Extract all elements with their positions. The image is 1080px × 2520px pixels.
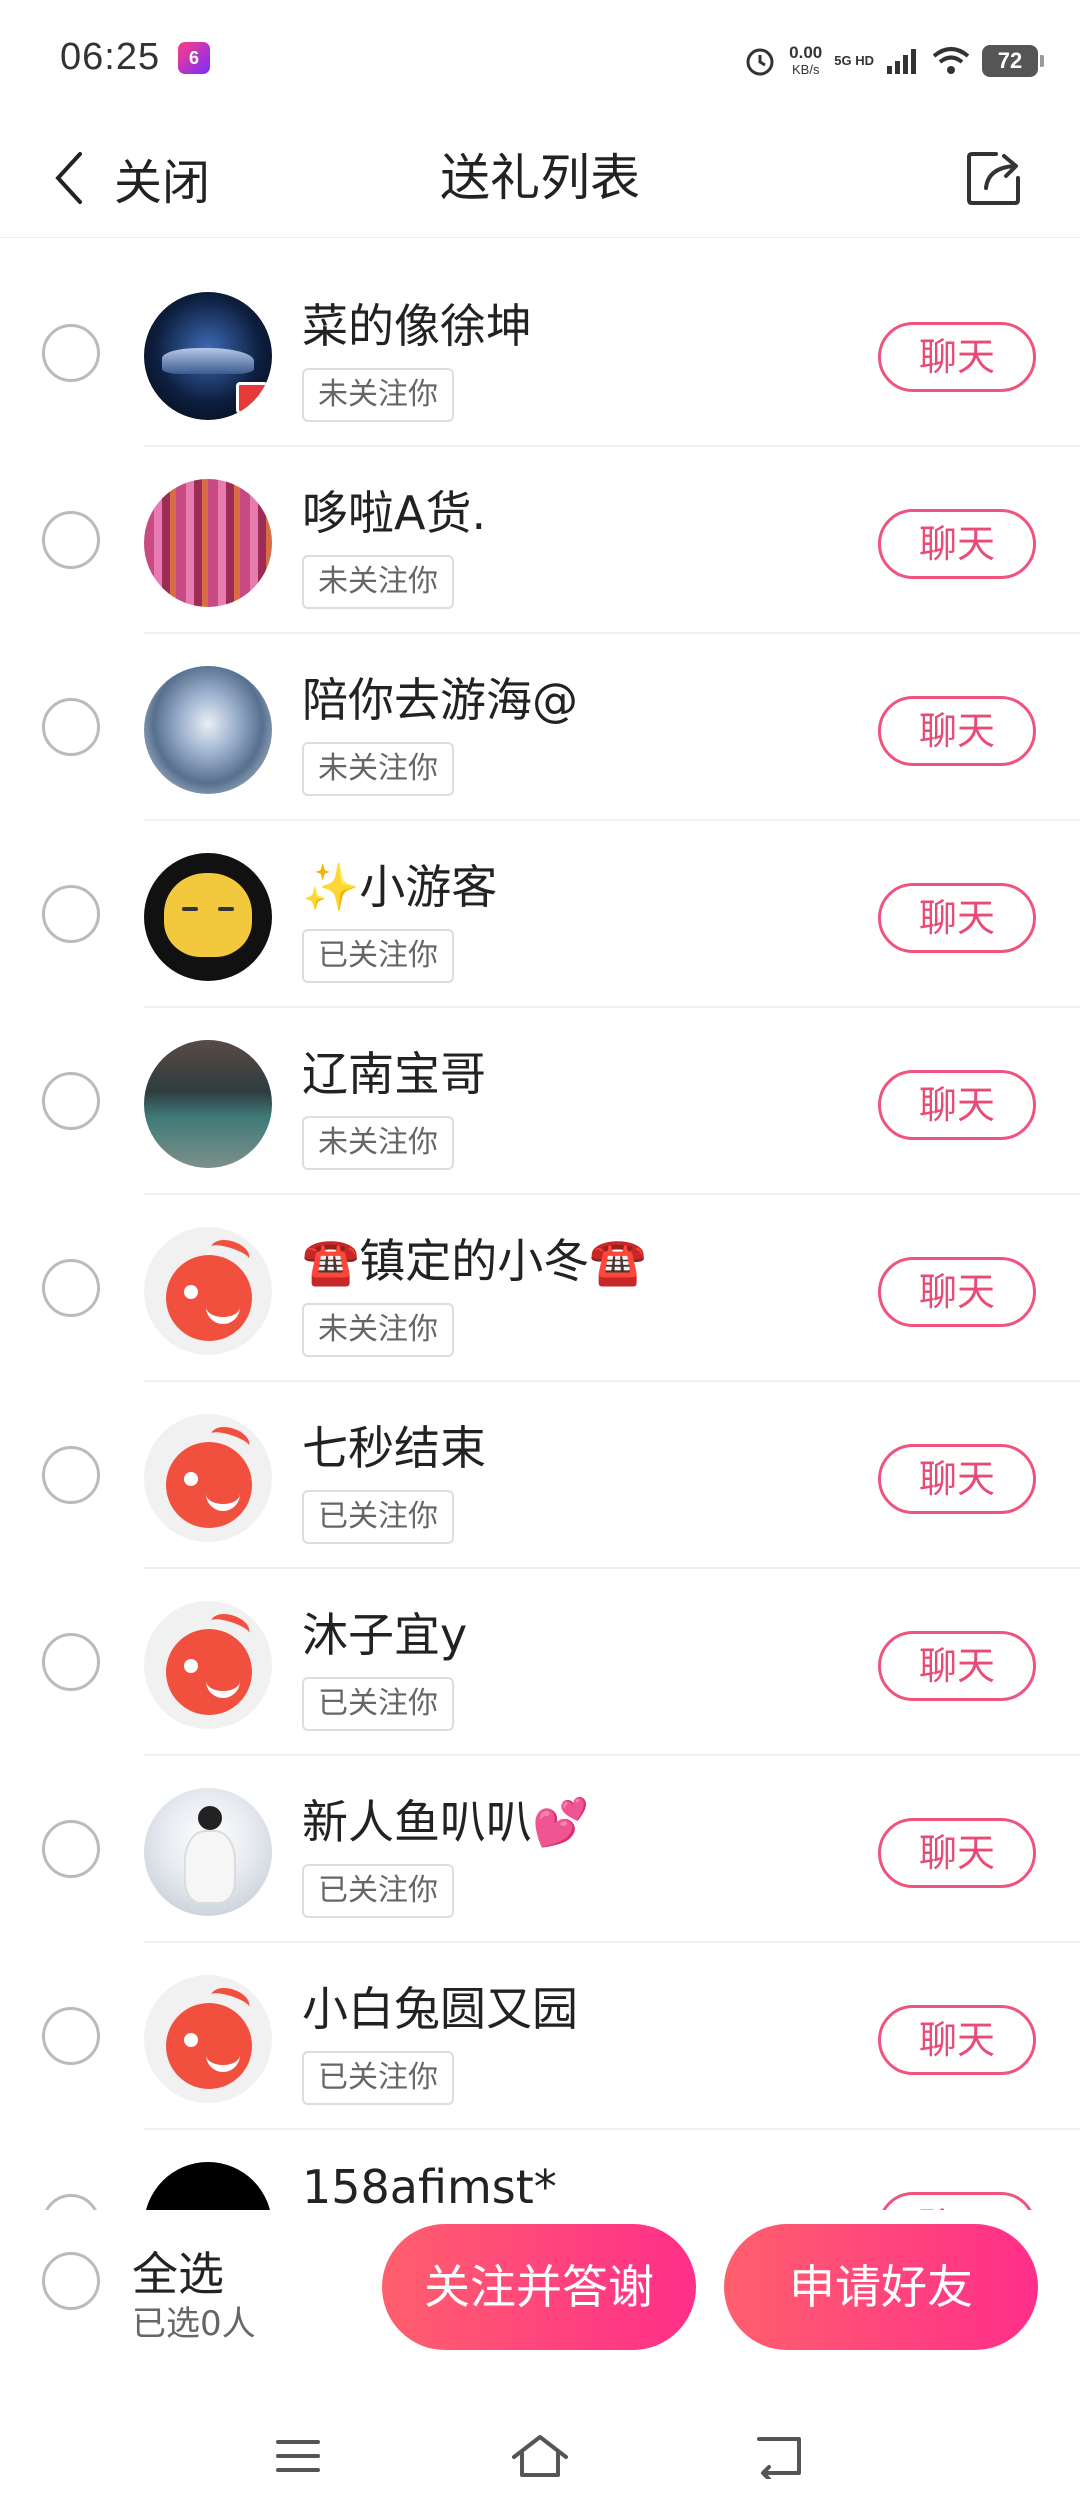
select-radio[interactable] <box>42 511 100 569</box>
select-radio[interactable] <box>42 1633 100 1691</box>
chat-button[interactable]: 聊天 <box>878 1070 1036 1140</box>
home-nav-button[interactable] <box>500 2416 580 2496</box>
follow-status-badge: 已关注你 <box>302 1864 454 1918</box>
badge-icon <box>236 382 268 414</box>
user-name: 菜的像徐坤 <box>302 299 532 353</box>
select-radio[interactable] <box>42 2007 100 2065</box>
follow-status-badge: 未关注你 <box>302 555 454 609</box>
avatar[interactable] <box>144 853 272 981</box>
wifi-icon <box>932 47 970 74</box>
network-speed: 0.00 KB/s <box>789 44 822 78</box>
close-label: 关闭 <box>114 155 211 211</box>
share-icon <box>967 152 1020 205</box>
signal-icon <box>887 49 916 74</box>
follow-status-badge: 未关注你 <box>302 1116 454 1170</box>
home-icon <box>512 2435 568 2477</box>
select-all-label[interactable]: 全选 <box>132 2238 224 2304</box>
select-radio[interactable] <box>42 1446 100 1504</box>
select-radio[interactable] <box>42 1072 100 1130</box>
avatar[interactable] <box>144 2162 272 2210</box>
follow-status-badge: 已关注你 <box>302 2051 454 2105</box>
battery-indicator: 72 <box>982 45 1044 77</box>
share-button[interactable] <box>956 140 1032 216</box>
follow-status-badge: 已关注你 <box>302 1490 454 1544</box>
alarm-icon <box>746 48 774 76</box>
user-name: ✨小游客 <box>302 860 498 914</box>
chat-button[interactable]: 聊天 <box>878 322 1036 392</box>
list-item[interactable]: 菜的像徐坤未关注你 聊天 <box>0 260 1080 447</box>
list-item[interactable]: 陪你去游海@ 未关注你 聊天 <box>0 634 1080 821</box>
list-item[interactable]: 七秒结束已关注你 聊天 <box>0 1382 1080 1569</box>
select-all-radio[interactable] <box>42 2252 100 2310</box>
user-name: 七秒结束 <box>302 1421 486 1475</box>
avatar[interactable] <box>144 1040 272 1168</box>
user-name: 新人鱼叭叭💕 <box>302 1795 590 1849</box>
avatar[interactable] <box>144 1601 272 1729</box>
avatar[interactable] <box>144 666 272 794</box>
header-bar: 关闭 送礼列表 <box>0 120 1080 238</box>
chat-button[interactable]: 聊天 <box>878 883 1036 953</box>
list-item[interactable]: 辽南宝哥未关注你 聊天 <box>0 1008 1080 1195</box>
list-item[interactable]: 沐子宜y 已关注你 聊天 <box>0 1569 1080 1756</box>
list-item[interactable]: 158afimst* 聊天 <box>0 2130 1080 2210</box>
back-icon <box>757 2437 801 2479</box>
avatar[interactable] <box>144 292 272 420</box>
chat-button[interactable]: 聊天 <box>878 2192 1036 2210</box>
user-name: ☎️镇定的小冬☎️ <box>302 1234 647 1288</box>
chat-button[interactable]: 聊天 <box>878 1631 1036 1701</box>
bottom-action-bar: 全选 已选0人 关注并答谢 申请好友 <box>0 2210 1080 2380</box>
status-time: 06:25 <box>60 36 161 78</box>
avatar[interactable] <box>144 1975 272 2103</box>
chat-button[interactable]: 聊天 <box>878 509 1036 579</box>
select-radio[interactable] <box>42 324 100 382</box>
follow-status-badge: 未关注你 <box>302 742 454 796</box>
chat-button[interactable]: 聊天 <box>878 1818 1036 1888</box>
network-speed-unit: KB/s <box>791 62 820 77</box>
list-item[interactable]: 哆啦A货. 未关注你 聊天 <box>0 447 1080 634</box>
system-nav-bar <box>0 2380 1080 2520</box>
status-bar: 06:25 6 0.00 KB/s 5G HD 72 <box>0 0 1080 120</box>
chat-button[interactable]: 聊天 <box>878 1257 1036 1327</box>
cat-face-icon <box>164 873 252 957</box>
network-type: 5G HD <box>834 53 874 68</box>
chat-button[interactable]: 聊天 <box>878 696 1036 766</box>
select-radio[interactable] <box>42 1820 100 1878</box>
status-indicators: 0.00 KB/s 5G HD 72 <box>743 36 1044 86</box>
follow-status-badge: 未关注你 <box>302 1303 454 1357</box>
follow-status-badge: 已关注你 <box>302 1677 454 1731</box>
select-radio[interactable] <box>42 1259 100 1317</box>
list-item[interactable]: 小白兔圆又园 已关注你 聊天 <box>0 1943 1080 2130</box>
select-radio[interactable] <box>42 698 100 756</box>
user-name: 158afimst* <box>302 2160 557 2210</box>
avatar[interactable] <box>144 1414 272 1542</box>
follow-status-badge: 未关注你 <box>302 368 454 422</box>
add-friend-button[interactable]: 申请好友 <box>724 2224 1038 2350</box>
app-notification-icon: 6 <box>178 42 210 74</box>
user-name: 沐子宜y <box>302 1608 468 1662</box>
menu-icon <box>276 2440 320 2472</box>
gift-list: 菜的像徐坤 未关注你 聊天 哆啦A货. 未关注你 聊天 陪你去游海@ 未关注你 聊天 ✨小游客 已关… <box>0 260 1080 2210</box>
follow-status-badge: 已关注你 <box>302 929 454 983</box>
user-name: 辽南宝哥 <box>302 1047 486 1101</box>
chat-button[interactable]: 聊天 <box>878 1444 1036 1514</box>
network-speed-value: 0.00 <box>789 43 823 62</box>
list-item[interactable]: ✨小游客已关注你 聊天 <box>0 821 1080 1008</box>
chevron-left-icon <box>55 152 82 204</box>
selected-count: 已选0人 <box>132 2304 256 2344</box>
user-name: 陪你去游海@ <box>302 673 578 727</box>
avatar[interactable] <box>144 1788 272 1916</box>
user-name: 哆啦A货. <box>302 486 487 540</box>
avatar[interactable] <box>144 1227 272 1355</box>
list-item[interactable]: 新人鱼叭叭💕 已关注你 聊天 <box>0 1756 1080 1943</box>
chat-button[interactable]: 聊天 <box>878 2005 1036 2075</box>
select-radio[interactable] <box>42 2194 100 2210</box>
avatar[interactable] <box>144 479 272 607</box>
menu-nav-button[interactable] <box>258 2416 338 2496</box>
list-item[interactable]: ☎️镇定的小冬☎️ 未关注你 聊天 <box>0 1195 1080 1382</box>
select-radio[interactable] <box>42 885 100 943</box>
close-button[interactable]: 关闭 <box>52 138 210 218</box>
back-nav-button[interactable] <box>740 2416 820 2496</box>
user-name: 小白兔圆又园 <box>302 1982 578 2036</box>
follow-and-thank-button[interactable]: 关注并答谢 <box>382 2224 696 2350</box>
